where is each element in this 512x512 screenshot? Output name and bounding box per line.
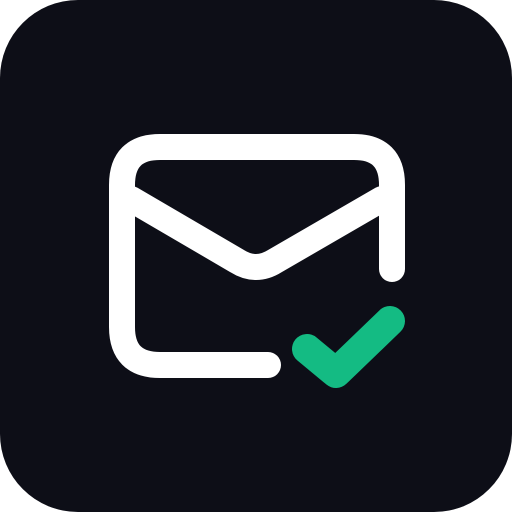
app-icon [0, 0, 512, 512]
mail-verified-icon [109, 134, 405, 388]
envelope-flap [118, 186, 395, 280]
checkmark-icon [292, 306, 405, 388]
